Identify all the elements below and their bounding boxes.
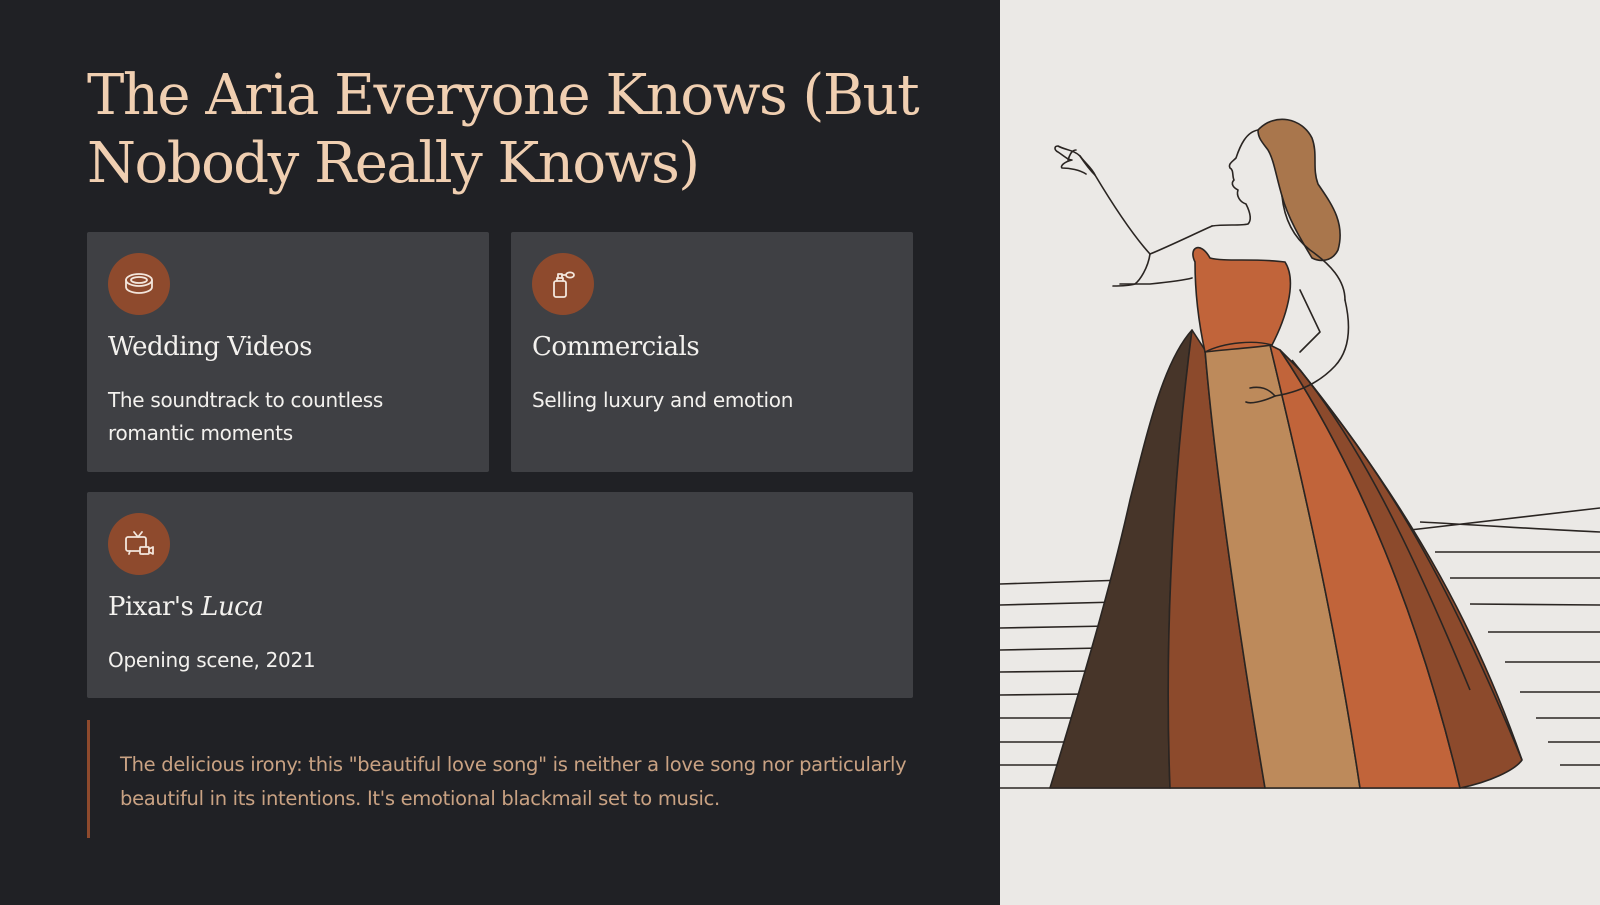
card-title-prefix: Pixar's [108, 592, 202, 622]
card-commercials: Commercials Selling luxury and emotion [511, 232, 913, 472]
card-wedding-videos: Wedding Videos The soundtrack to countle… [87, 232, 489, 472]
perfume-bottle-icon [532, 253, 594, 315]
card-title: Pixar's Luca [108, 592, 264, 622]
page-title: The Aria Everyone Knows (But Nobody Real… [87, 63, 920, 196]
card-description: The soundtrack to countless romantic mom… [108, 388, 383, 445]
content-panel: The Aria Everyone Knows (But Nobody Real… [0, 0, 1000, 905]
card-title: Wedding Videos [108, 332, 312, 362]
ring-icon [108, 253, 170, 315]
tv-video-icon [108, 513, 170, 575]
quote-text: The delicious irony: this "beautiful lov… [120, 753, 907, 810]
card-description: Opening scene, 2021 [108, 648, 316, 672]
card-title-italic: Luca [201, 592, 264, 622]
card-description: Selling luxury and emotion [532, 388, 794, 412]
opera-singer-illustration [1000, 0, 1600, 905]
card-title: Commercials [532, 332, 700, 362]
card-pixar-luca: Pixar's Luca Opening scene, 2021 [87, 492, 913, 698]
quote-block: The delicious irony: this "beautiful lov… [87, 720, 920, 838]
